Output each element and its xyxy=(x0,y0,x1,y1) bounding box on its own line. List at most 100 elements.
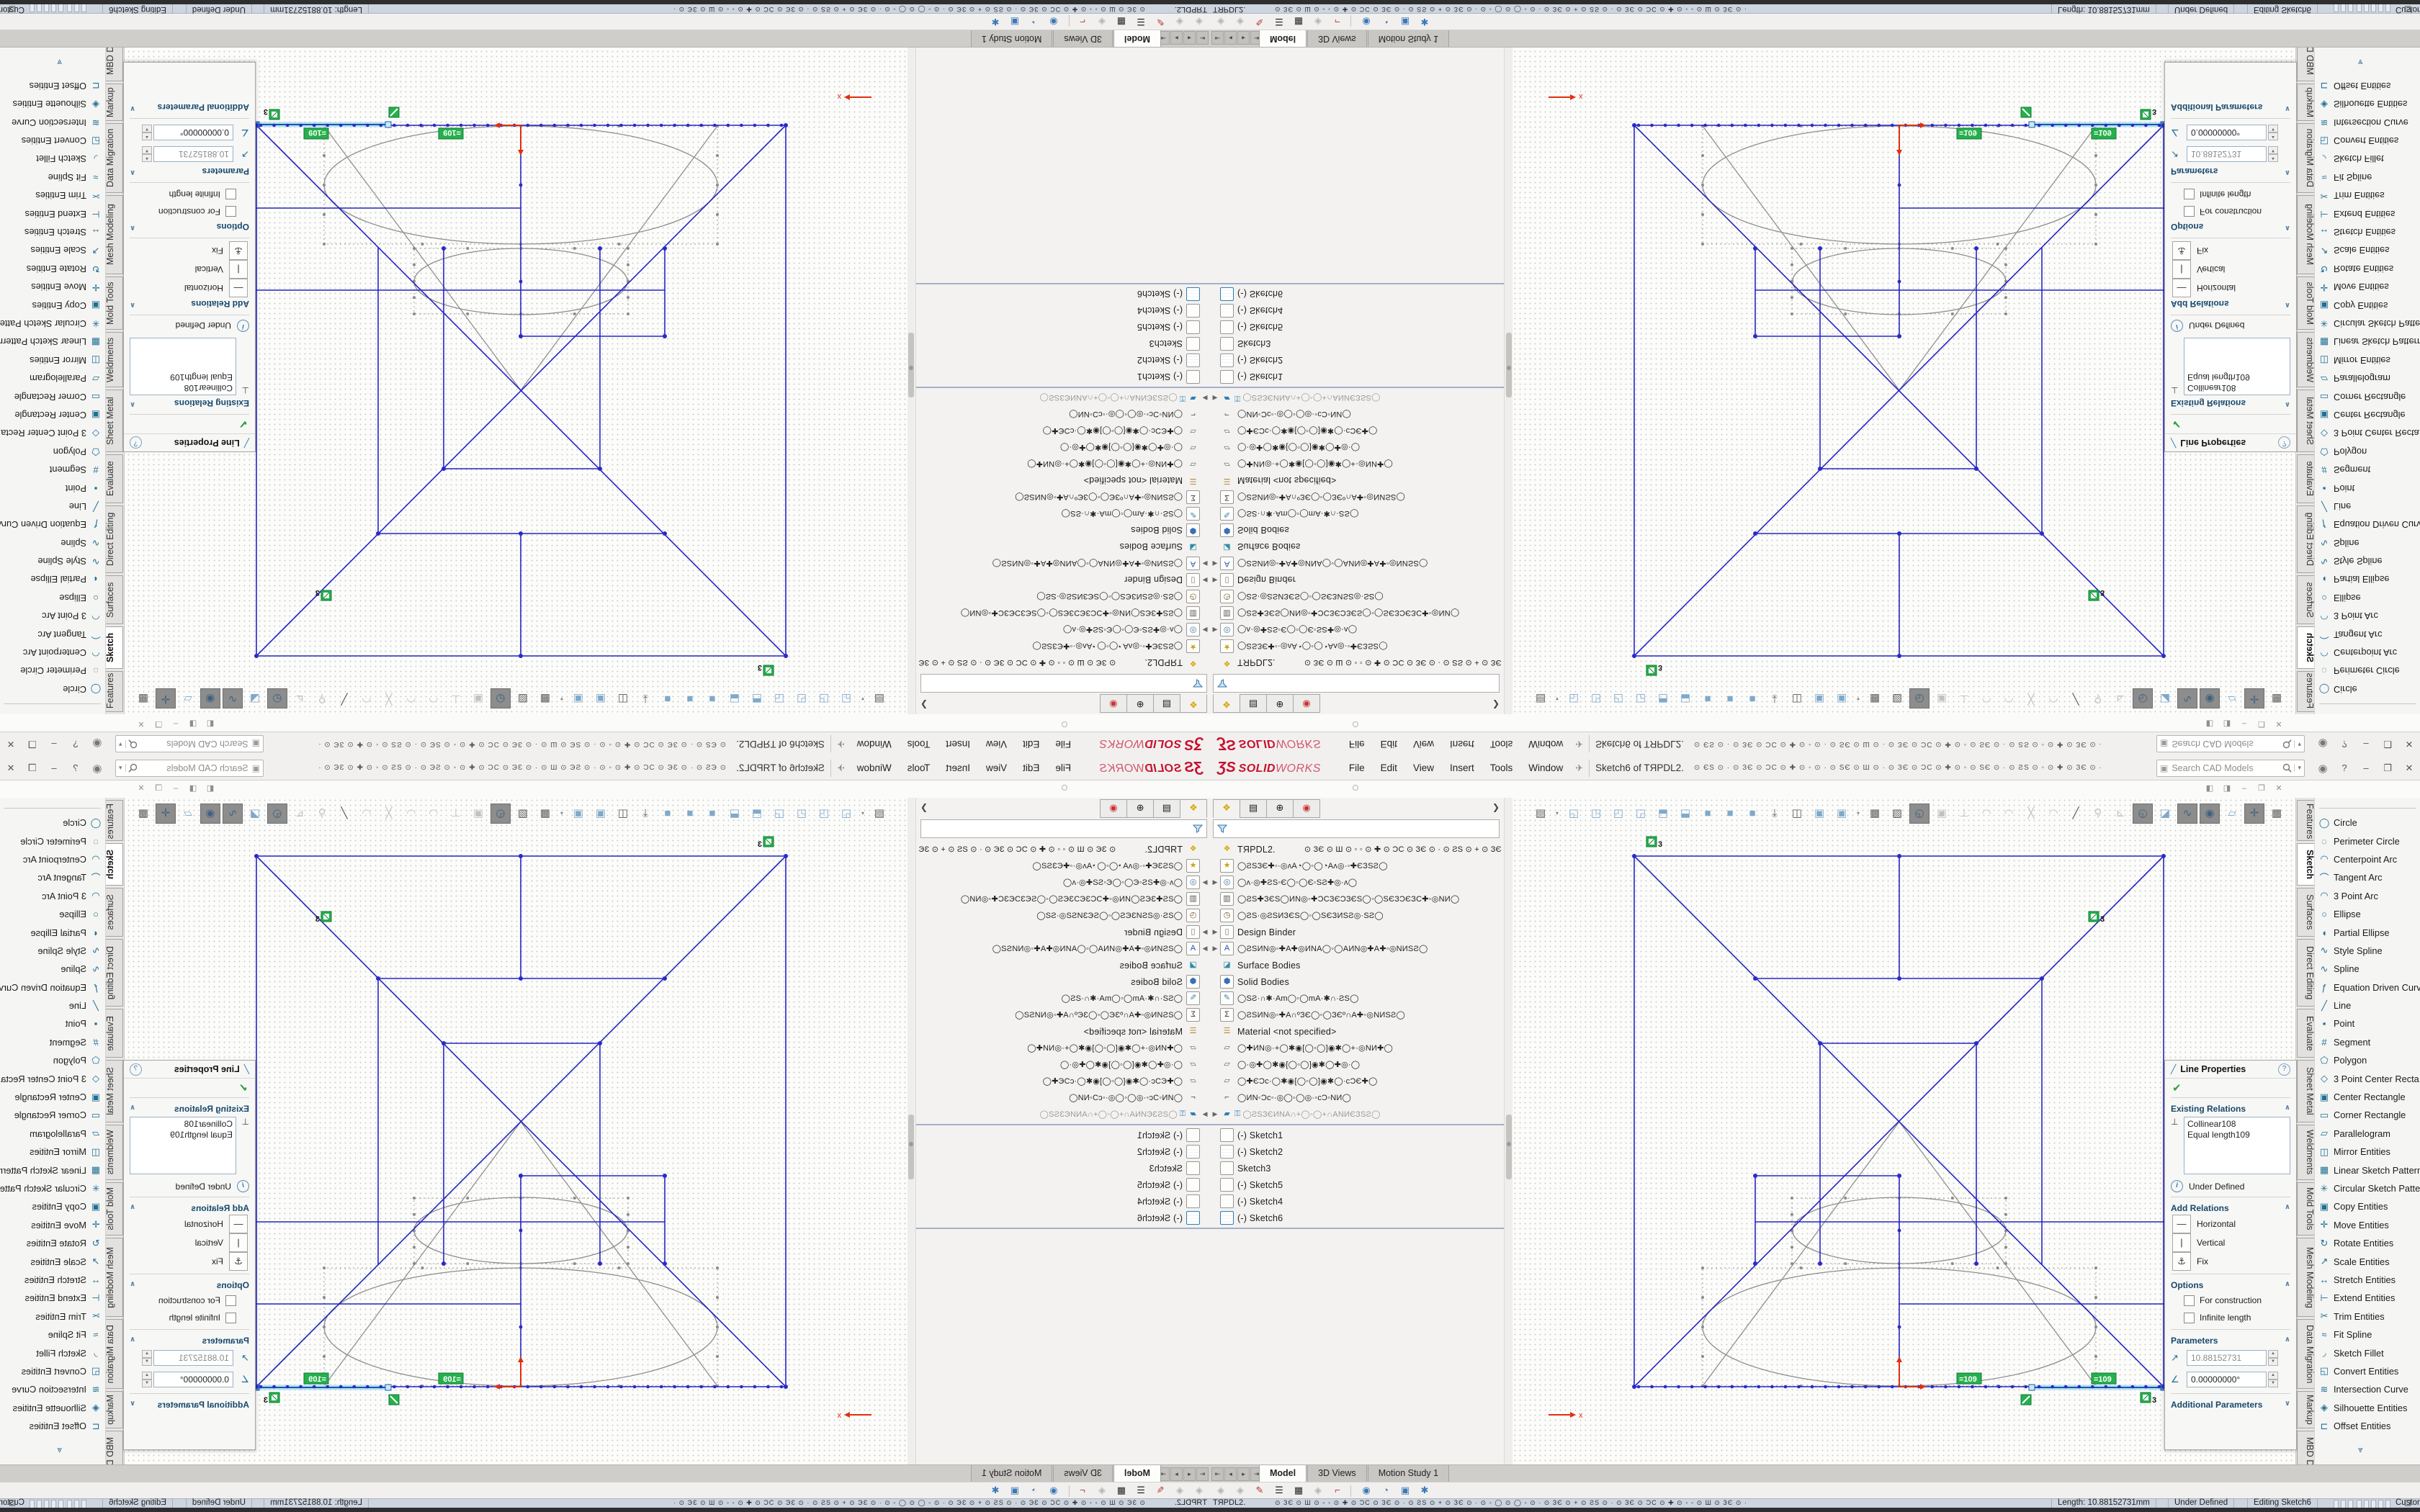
menu-tools[interactable]: Tools xyxy=(900,757,938,780)
featuremanager-tab[interactable]: ❖ xyxy=(1213,694,1240,713)
tree-item[interactable]: ▥◯ƧЅ✚ЗЄЅ◯ИN◎◦✚ƆCЗЄƆЗЄЅ◯◦◯ЅЄЗƆЄЗC✚◦◎NИ◯ xyxy=(916,605,1210,621)
tool-circle[interactable]: ◯Circle xyxy=(0,680,105,698)
tree-item[interactable]: ◷◯ƧЅ·◎ƧЅИЗЄЅ◯◦◯ЅЄЗИЅƧ◎·ЅƧ◯ xyxy=(916,588,1210,605)
scrollbar-thumb[interactable] xyxy=(1506,1115,1512,1179)
search-icon[interactable] xyxy=(2282,739,2292,749)
commandmanager-tab-sketch[interactable]: Sketch xyxy=(2297,626,2316,669)
tree-item-sketch[interactable]: Sketch3 xyxy=(916,336,1210,352)
add-relation-vertical[interactable]: |Vertical xyxy=(124,260,255,279)
ok-check-icon[interactable]: ✔ xyxy=(2172,1081,2296,1094)
close-button[interactable]: ✕ xyxy=(2398,739,2420,750)
tree-item[interactable]: ▱◯·◎✚◯✱◉[◯◦◯]◉✱◯✚◎·◯ xyxy=(916,439,1210,456)
commandmanager-tab-sketch[interactable]: Sketch xyxy=(104,626,123,669)
tool-line[interactable]: ╱Line xyxy=(0,498,105,516)
relation-badge-onedge[interactable]: 3 xyxy=(315,912,331,924)
tool-trim-entities[interactable]: ✂Trim Entities xyxy=(0,186,105,204)
doc-prev-icon[interactable]: ◧ xyxy=(2201,717,2218,730)
commandmanager-tab-weldments[interactable]: Weldments xyxy=(104,332,123,387)
tool-3-point-arc[interactable]: ◠3 Point Arc xyxy=(0,607,105,625)
tool-stretch-entities[interactable]: ↔Stretch Entities xyxy=(0,223,105,241)
section-options[interactable]: Options ∧ xyxy=(124,220,255,235)
doc-restore-button[interactable]: ❐ xyxy=(150,717,167,730)
filter-gray-icon[interactable]: ◈ xyxy=(1212,14,1229,30)
user-account-icon[interactable]: ◉ xyxy=(2312,762,2334,775)
propertymanager-tab[interactable]: ▤ xyxy=(1240,799,1267,818)
tree-item[interactable]: ☰Material <not specified> xyxy=(1210,472,1504,489)
tool-silhouette-entities[interactable]: ◈Silhouette Entities xyxy=(2315,95,2420,113)
displaymanager-tab[interactable]: ◉ xyxy=(1293,799,1320,818)
tool-offset-entities[interactable]: ⊏Offset Entities xyxy=(2315,1417,2420,1435)
relation-badge-onedge[interactable]: 3 xyxy=(264,107,279,120)
menu-insert[interactable]: Insert xyxy=(938,757,978,780)
menu-tools[interactable]: Tools xyxy=(900,733,938,756)
tool-partial-ellipse[interactable]: ◖Partial Ellipse xyxy=(0,923,105,941)
close-button[interactable]: ✕ xyxy=(2398,762,2420,774)
search-input[interactable]: ▣ Search CAD Models ▾ xyxy=(115,760,264,777)
tool-silhouette-entities[interactable]: ◈Silhouette Entities xyxy=(0,1399,105,1417)
menu-window[interactable]: Window xyxy=(849,757,900,780)
tool-spline[interactable]: ∿Spline xyxy=(2315,534,2420,552)
panel-splitter-handle[interactable] xyxy=(1062,721,1067,727)
add-relation-fix[interactable]: ⚓Fix xyxy=(2165,1252,2296,1271)
tool-linear-sketch-pattern[interactable]: ▦Linear Sketch Pattern xyxy=(2315,1161,2420,1179)
doc-close-button[interactable]: ✕ xyxy=(2270,717,2287,730)
tab-scroll-button[interactable]: ◂ xyxy=(1183,1467,1196,1481)
commandmanager-tab-markup[interactable]: Markup xyxy=(104,84,123,121)
table-grid-icon[interactable]: ▦ xyxy=(1290,14,1307,30)
tab-scroll-button[interactable]: ◂ xyxy=(1224,1467,1237,1481)
expand-panel-icon[interactable]: ❯ xyxy=(1492,700,1500,710)
relation-badge-equal[interactable]: =109 xyxy=(1957,1373,1981,1384)
filter-gray-icon[interactable]: ◈ xyxy=(1232,14,1249,30)
more-tools-chevron-icon[interactable]: ⩔ xyxy=(57,1444,62,1455)
selected-endpoint[interactable] xyxy=(385,1385,391,1390)
tool-stretch-entities[interactable]: ↔Stretch Entities xyxy=(2315,223,2420,241)
featuremanager-tab[interactable]: ❖ xyxy=(1180,694,1207,713)
relation-badge-equal[interactable]: =109 xyxy=(304,128,328,139)
tool-style-spline[interactable]: ∿Style Spline xyxy=(2315,942,2420,960)
doc-restore-button[interactable]: ❐ xyxy=(2253,782,2270,795)
status-sheet-icon[interactable]: ❏ xyxy=(9,4,16,14)
search-dropdown-icon[interactable]: ▾ xyxy=(119,764,126,772)
tree-item[interactable]: ▶A◯ƧЅИN◎◦✚A✚◎ИNA◯◦◯AИN◎✚A✚◦◎NИЅƧ◯ xyxy=(1210,940,1504,957)
relation-entry[interactable]: Equal length109 xyxy=(2187,372,2287,382)
tree-item[interactable]: ☰Material <not specified> xyxy=(916,1023,1210,1040)
tree-root-row[interactable]: ❖ TЯPDL2. ⊙ ЗЄ ⊙ Ш ⊙ ◦ ◦ ⊙ ✚ ⊙ ƆC ⊙ ЗЄ ⊙… xyxy=(1210,841,1504,858)
relation-badge-onedge[interactable]: 3 xyxy=(758,663,774,675)
tree-item[interactable]: ★◯ƧЅЗЄ✚◦·◎ʌA◔◯◦◯◔Aʌ◎·◦✚ЄЗЅƧ◯ xyxy=(916,638,1210,654)
appearance-brush-icon[interactable]: ✎ xyxy=(1152,1482,1169,1498)
commandmanager-tab-direct-editing[interactable]: Direct Editing xyxy=(104,505,123,573)
filter-gray-icon[interactable]: ◈ xyxy=(1171,14,1188,30)
tool-corner-rectangle[interactable]: ▭Corner Rectangle xyxy=(0,387,105,405)
search-dropdown-icon[interactable]: ▾ xyxy=(2294,740,2301,748)
tool-silhouette-entities[interactable]: ◈Silhouette Entities xyxy=(0,95,105,113)
rollback-bar[interactable] xyxy=(916,1228,1210,1229)
tab-scroll-button[interactable]: ⇤ xyxy=(1196,1467,1209,1481)
tool-ellipse[interactable]: ○Ellipse xyxy=(0,589,105,607)
appearance-brush-icon[interactable]: ✎ xyxy=(1251,1482,1268,1498)
pattern-gray-icon[interactable]: ◈ xyxy=(1309,14,1327,30)
selected-endpoint[interactable] xyxy=(2029,1385,2035,1390)
add-relation-fix[interactable]: ⚓Fix xyxy=(2165,241,2296,260)
tab-3d-views[interactable]: 3D Views xyxy=(1053,30,1113,47)
tree-filter-input[interactable] xyxy=(920,674,1207,693)
tool-circular-sketch-pattern[interactable]: ✳Circular Sketch Pattern xyxy=(0,1179,105,1197)
more-tools-chevron-icon[interactable]: ⩔ xyxy=(57,57,62,68)
relation-entry[interactable]: Collinear108 xyxy=(2187,382,2287,393)
tool-point[interactable]: ▪Point xyxy=(0,479,105,497)
tool-3-point-center-recta-[interactable]: ◇3 Point Center Recta... xyxy=(0,424,105,442)
tool-move-entities[interactable]: ✛Move Entities xyxy=(2315,278,2420,296)
doc-restore-button[interactable]: ❐ xyxy=(2253,717,2270,730)
tool-segment[interactable]: #Segment xyxy=(2315,1033,2420,1051)
tree-item[interactable]: ▱◯·◎✚◯✱◉[◯◦◯]◉✱◯✚◎·◯ xyxy=(916,1056,1210,1073)
pin-icon[interactable]: ✈ xyxy=(1575,739,1583,750)
line-format-icon[interactable]: ☰ xyxy=(1270,14,1288,30)
doc-next-icon[interactable]: ◨ xyxy=(2218,717,2236,730)
tool-3-point-arc[interactable]: ◠3 Point Arc xyxy=(2315,887,2420,905)
tree-item[interactable]: ★◯ƧЅЗЄ✚◦·◎ʌA◔◯◦◯◔Aʌ◎·◦✚ЄЗЅƧ◯ xyxy=(1210,858,1504,874)
search-icon[interactable] xyxy=(2282,763,2292,773)
tool-extend-entities[interactable]: ⊢Extend Entities xyxy=(0,204,105,222)
pin-icon[interactable]: ✈ xyxy=(837,739,845,750)
menu-tools[interactable]: Tools xyxy=(1482,733,1521,756)
tool-intersection-curve[interactable]: ≋Intersection Curve xyxy=(0,114,105,132)
tab-scroll-button[interactable]: ⇤ xyxy=(1211,1467,1224,1481)
